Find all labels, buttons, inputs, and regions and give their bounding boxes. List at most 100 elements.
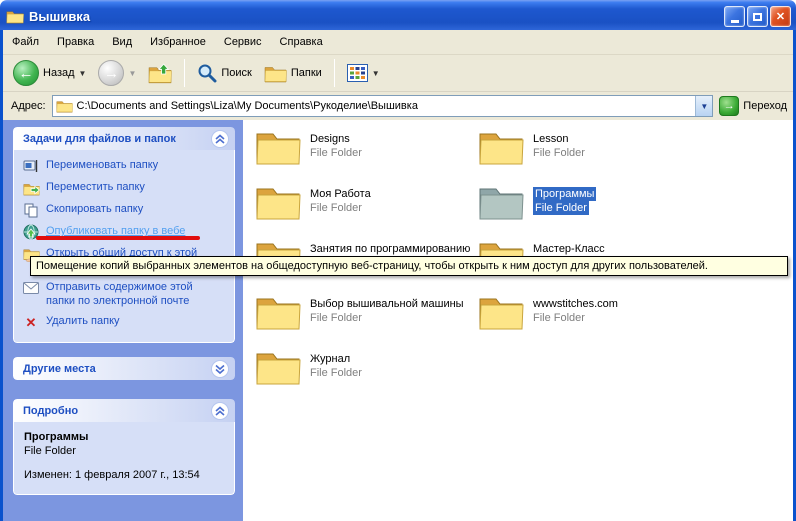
- explorer-window: Вышивка ✕ Файл Правка Вид: [0, 0, 796, 521]
- toolbar-separator: [184, 59, 185, 87]
- folder-tile[interactable]: Моя Работа File Folder: [255, 183, 478, 238]
- menu-item[interactable]: Вид: [103, 30, 141, 54]
- folder-icon: [255, 348, 301, 386]
- back-dropdown-icon[interactable]: ▼: [79, 69, 87, 78]
- folder-type: File Folder: [533, 201, 589, 215]
- folder-name: Выбор вышивальной машины: [310, 297, 464, 311]
- folder-type: File Folder: [310, 366, 362, 380]
- go-button[interactable]: → Переход: [719, 96, 787, 116]
- folder-icon: [478, 293, 524, 331]
- address-dropdown-button[interactable]: ▼: [695, 96, 712, 116]
- folder-tile[interactable]: Lesson File Folder: [478, 128, 701, 183]
- folder-icon: [255, 293, 301, 331]
- sidebar: Задачи для файлов и папок Переименовать …: [3, 120, 243, 521]
- other-places-panel: Другие места: [13, 357, 235, 380]
- views-dropdown-icon[interactable]: ▼: [372, 69, 380, 78]
- folder-name: Программы: [533, 187, 596, 201]
- task-rename-folder[interactable]: Переименовать папку: [22, 158, 226, 174]
- sidebar-gap: [13, 343, 243, 357]
- forward-dropdown-icon[interactable]: ▼: [128, 69, 136, 78]
- details-modified: Изменен: 1 февраля 2007 г., 13:54: [24, 468, 224, 482]
- details-panel-body: Программы File Folder Изменен: 1 февраля…: [13, 422, 235, 495]
- search-label: Поиск: [221, 67, 251, 79]
- folder-tile[interactable]: Программы File Folder: [478, 183, 701, 238]
- menu-item[interactable]: Сервис: [215, 30, 271, 54]
- window-title: Вышивка: [29, 9, 90, 24]
- folders-icon: [264, 64, 287, 83]
- tasks-panel-header[interactable]: Задачи для файлов и папок: [13, 127, 235, 150]
- content-area: Задачи для файлов и папок Переименовать …: [3, 120, 793, 521]
- title-bar: Вышивка ✕: [0, 0, 796, 30]
- collapse-chevron-icon[interactable]: [211, 402, 229, 420]
- window-controls: ✕: [724, 6, 791, 27]
- back-button[interactable]: ← Назад ▼: [9, 58, 90, 88]
- close-button[interactable]: ✕: [770, 6, 791, 27]
- task-move-folder[interactable]: Переместить папку: [22, 180, 226, 196]
- folder-type: File Folder: [533, 146, 585, 160]
- collapse-chevron-icon[interactable]: [211, 130, 229, 148]
- details-panel-header[interactable]: Подробно: [13, 399, 235, 422]
- address-label: Адрес:: [11, 100, 46, 112]
- folder-name: Моя Работа: [310, 187, 371, 201]
- folder-type: File Folder: [310, 146, 362, 160]
- move-folder-icon: [22, 180, 40, 196]
- search-button[interactable]: Поиск: [193, 61, 255, 85]
- menu-item[interactable]: Справка: [271, 30, 332, 54]
- delete-icon: ✕: [22, 314, 40, 330]
- folder-tile[interactable]: Выбор вышивальной машины File Folder: [255, 293, 478, 348]
- folder-name: Lesson: [533, 132, 585, 146]
- menu-bar: Файл Правка Вид Избранное Сервис: [3, 30, 793, 55]
- forward-button[interactable]: → ▼: [94, 58, 140, 88]
- folders-button[interactable]: Папки: [260, 62, 326, 85]
- maximize-button[interactable]: [747, 6, 768, 27]
- back-label: Назад: [43, 67, 75, 79]
- folder-name: Занятия по программированию: [310, 242, 470, 256]
- task-copy-folder[interactable]: Скопировать папку: [22, 202, 226, 218]
- close-icon: ✕: [776, 10, 785, 23]
- folder-type: File Folder: [310, 311, 464, 325]
- task-email-folder[interactable]: Отправить содержимое этой папки по элект…: [22, 280, 226, 308]
- task-delete-folder[interactable]: ✕ Удалить папку: [22, 314, 226, 330]
- address-input[interactable]: [77, 100, 696, 112]
- folder-icon: [255, 128, 301, 166]
- search-icon: [197, 63, 217, 83]
- folder-type: File Folder: [310, 201, 371, 215]
- details-name: Программы: [24, 430, 224, 444]
- address-folder-icon: [56, 99, 73, 113]
- tooltip: Помещение копий выбранных элементов на о…: [30, 256, 788, 276]
- views-button[interactable]: ▼: [343, 62, 384, 84]
- menu-item[interactable]: Избранное: [141, 30, 215, 54]
- up-folder-icon: [148, 63, 172, 84]
- folder-name: Designs: [310, 132, 362, 146]
- folder-view: Designs File Folder Lesson: [243, 120, 793, 521]
- window-folder-icon: [6, 9, 24, 24]
- toolbar: ← Назад ▼ → ▼ Поиск: [3, 55, 793, 92]
- folder-icon: [478, 183, 524, 221]
- folder-name: wwwstitches.com: [533, 297, 618, 311]
- other-places-header[interactable]: Другие места: [13, 357, 235, 380]
- expand-chevron-icon[interactable]: [211, 360, 229, 378]
- menu-item[interactable]: Правка: [48, 30, 103, 54]
- go-arrow-icon: →: [719, 96, 739, 116]
- minimize-button[interactable]: [724, 6, 745, 27]
- tasks-panel: Задачи для файлов и папок Переименовать …: [13, 127, 235, 343]
- annotation-underline: [36, 236, 200, 240]
- copy-folder-icon: [22, 202, 40, 218]
- minimize-icon: [731, 20, 739, 23]
- go-label: Переход: [743, 100, 787, 112]
- folder-name: Мастер-Класс: [533, 242, 605, 256]
- folder-tile[interactable]: wwwstitches.com File Folder: [478, 293, 701, 348]
- toolbar-separator: [334, 59, 335, 87]
- up-button[interactable]: [144, 61, 176, 86]
- folder-tile[interactable]: Журнал File Folder: [255, 348, 478, 403]
- folder-type: File Folder: [533, 311, 618, 325]
- folders-label: Папки: [291, 67, 322, 79]
- menu-item[interactable]: Файл: [3, 30, 48, 54]
- address-bar: Адрес: ▼ → Переход: [3, 92, 793, 120]
- sidebar-gap: [13, 380, 243, 399]
- folder-icon: [255, 183, 301, 221]
- folder-tile[interactable]: Designs File Folder: [255, 128, 478, 183]
- maximize-icon: [753, 13, 762, 21]
- forward-icon: →: [98, 60, 124, 86]
- rename-folder-icon: [22, 158, 40, 174]
